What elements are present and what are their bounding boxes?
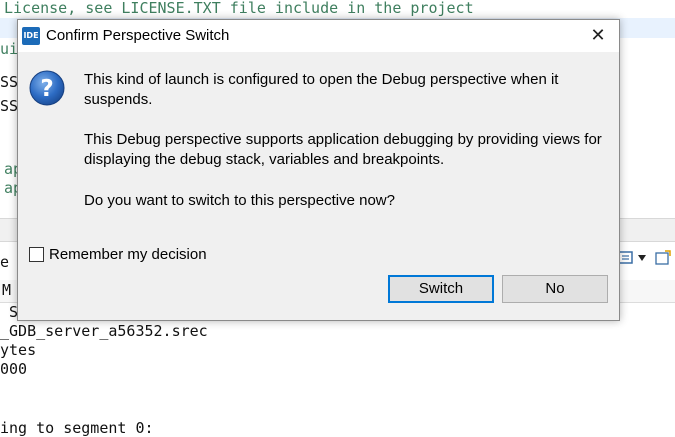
ide-app-icon: IDE <box>22 27 40 45</box>
open-console-icon[interactable] <box>655 250 671 266</box>
chevron-down-icon[interactable] <box>637 254 647 262</box>
question-icon: ? <box>29 70 65 106</box>
display-selected-console-icon[interactable] <box>618 251 634 265</box>
confirm-perspective-switch-dialog: IDE Confirm Perspective Switch ✕ ? This … <box>17 19 620 321</box>
message-debug-perspective: This Debug perspective supports applicat… <box>84 131 602 168</box>
console-line: ytes <box>0 341 37 359</box>
console-line: _GDB_server_a56352.srec <box>0 322 208 340</box>
console-line: M <box>2 281 12 299</box>
dialog-titlebar[interactable]: IDE Confirm Perspective Switch ✕ <box>18 20 619 52</box>
message-launch-config: This kind of launch is configured to ope… <box>84 71 559 108</box>
no-button[interactable]: No <box>502 275 608 303</box>
close-icon[interactable]: ✕ <box>580 23 616 49</box>
dialog-title: Confirm Perspective Switch <box>46 27 230 44</box>
editor-line: License, see LICENSE.TXT file include in… <box>4 0 474 17</box>
svg-text:?: ? <box>40 76 53 102</box>
switch-button[interactable]: Switch <box>388 275 494 303</box>
console-line: ing to segment 0: <box>0 419 154 437</box>
remember-decision-checkbox[interactable] <box>29 247 44 262</box>
console-line: S <box>0 303 19 321</box>
message-switch-question: Do you want to switch to this perspectiv… <box>84 192 395 209</box>
console-line: 000 <box>0 360 28 378</box>
remember-decision-label[interactable]: Remember my decision <box>49 245 207 265</box>
